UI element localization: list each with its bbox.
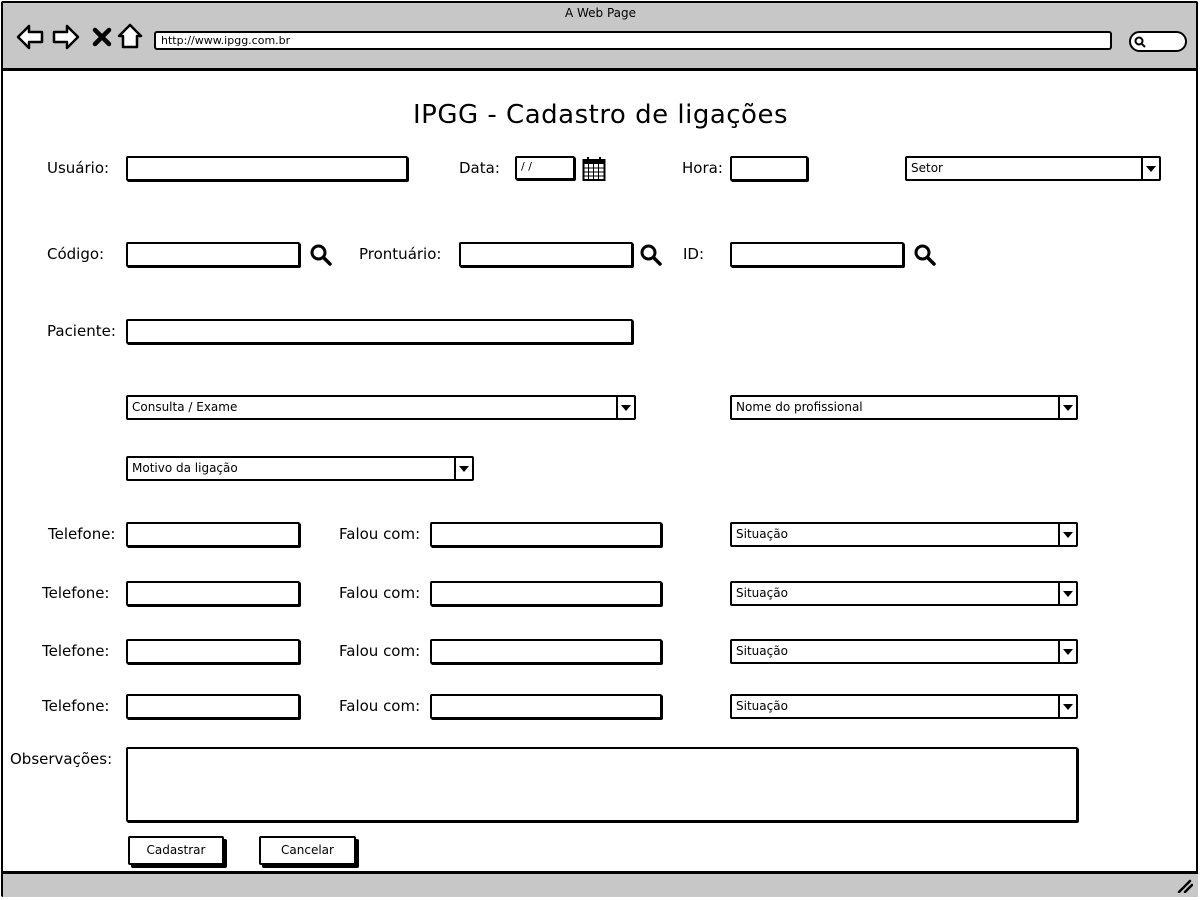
telefone-label: Telefone: [48,525,116,543]
observacoes-textarea[interactable] [126,747,1078,822]
url-bar[interactable]: http://www.ipgg.com.br [154,31,1112,50]
falou-com-label: Falou com: [339,584,421,602]
codigo-input[interactable] [126,242,300,267]
motivo-value: Motivo da ligação [132,461,238,475]
profissional-select[interactable]: Nome do profissional [730,395,1078,420]
chevron-down-icon [1058,641,1076,662]
date-input[interactable]: / / [515,156,575,180]
falou-com-input[interactable] [430,522,662,547]
cadastrar-button[interactable]: Cadastrar [128,836,224,865]
data-label: Data: [459,159,500,177]
paciente-label: Paciente: [47,322,116,340]
situacao-select[interactable]: Situação [730,522,1078,547]
telefone-input[interactable] [126,639,300,664]
setor-select-value: Setor [911,161,943,175]
chevron-down-icon [1058,583,1076,604]
window-title: A Web Page [564,6,637,20]
hora-input[interactable] [730,156,808,181]
search-icon[interactable] [913,243,937,271]
usuario-label: Usuário: [47,159,110,177]
falou-com-input[interactable] [430,581,662,606]
falou-com-label: Falou com: [339,642,421,660]
situacao-value: Situação [736,586,788,600]
search-icon[interactable] [639,243,663,271]
chevron-down-icon [454,458,472,479]
situacao-value: Situação [736,644,788,658]
hora-label: Hora: [682,159,723,177]
id-label: ID: [683,245,705,263]
telefone-label: Telefone: [42,642,110,660]
situacao-select[interactable]: Situação [730,581,1078,606]
falou-com-input[interactable] [430,694,662,719]
setor-select[interactable]: Setor [905,156,1161,181]
chevron-down-icon [1058,524,1076,545]
telefone-input[interactable] [126,581,300,606]
codigo-label: Código: [47,245,105,263]
page-title: IPGG - Cadastro de ligações [413,100,788,130]
calendar-icon[interactable] [582,156,606,186]
situacao-value: Situação [736,527,788,541]
falou-com-label: Falou com: [339,697,421,715]
observacoes-label: Observações: [10,750,113,768]
motivo-select[interactable]: Motivo da ligação [126,456,474,481]
telefone-input[interactable] [126,694,300,719]
telefone-label: Telefone: [42,697,110,715]
close-x-icon[interactable] [87,22,117,52]
browser-statusbar [3,871,1198,897]
profissional-value: Nome do profissional [736,400,863,414]
usuario-input[interactable] [126,156,408,181]
cancelar-button[interactable]: Cancelar [259,836,356,865]
search-icon[interactable] [309,243,333,271]
resize-grip-icon[interactable] [1177,878,1194,897]
telefone-input[interactable] [126,522,300,547]
id-input[interactable] [730,242,904,267]
back-arrow-icon[interactable] [15,22,45,52]
chevron-down-icon [1141,158,1159,179]
telefone-label: Telefone: [42,584,110,602]
search-icon [1134,36,1146,48]
browser-search-field[interactable] [1129,31,1187,52]
consulta-exame-select[interactable]: Consulta / Exame [126,395,636,420]
situacao-select[interactable]: Situação [730,694,1078,719]
situacao-value: Situação [736,699,788,713]
prontuario-input[interactable] [459,242,633,267]
falou-com-label: Falou com: [339,525,421,543]
prontuario-label: Prontuário: [359,245,442,263]
consulta-exame-value: Consulta / Exame [132,400,238,414]
falou-com-input[interactable] [430,639,662,664]
chevron-down-icon [1058,696,1076,717]
forward-arrow-icon[interactable] [51,22,81,52]
home-icon[interactable] [115,21,145,51]
situacao-select[interactable]: Situação [730,639,1078,664]
paciente-input[interactable] [126,319,633,344]
chevron-down-icon [616,397,634,418]
chevron-down-icon [1058,397,1076,418]
